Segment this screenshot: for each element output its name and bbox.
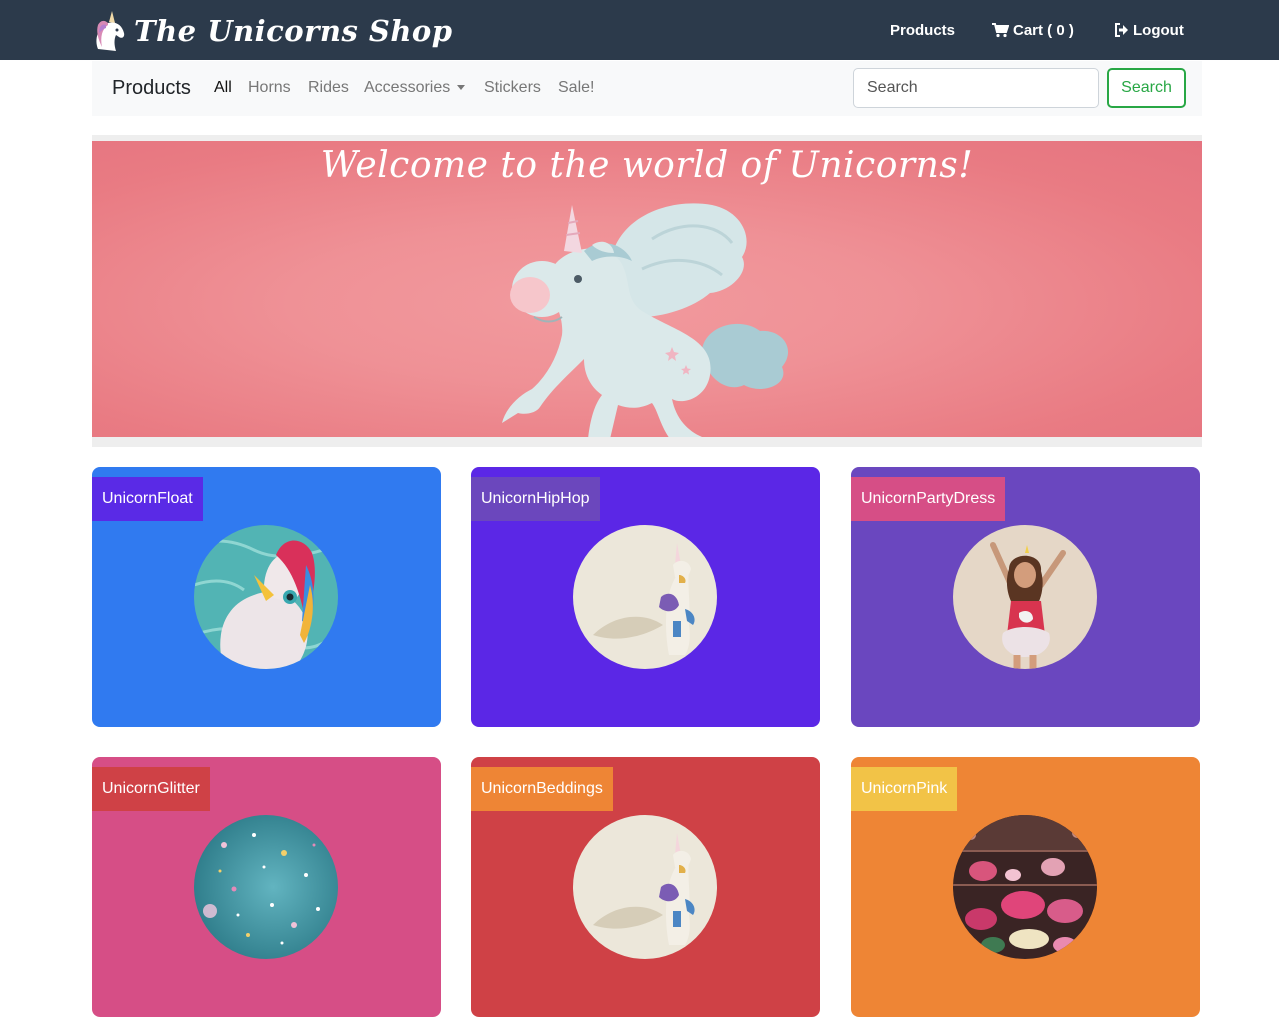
product-card[interactable]: UnicornGlitter <box>92 757 441 1017</box>
product-name-label[interactable]: UnicornPartyDress <box>851 477 1006 521</box>
product-name-label[interactable]: UnicornGlitter <box>92 767 210 811</box>
product-image[interactable] <box>573 525 717 669</box>
nav-cart-label: Cart ( 0 ) <box>1013 21 1074 39</box>
hero-title: Welcome to the world of Unicorns! <box>320 145 974 186</box>
glitter-confetti-photo <box>194 815 338 959</box>
filter-dropdown-accessories[interactable]: Accessories <box>364 79 466 97</box>
product-card[interactable]: UnicornHipHop <box>471 467 820 727</box>
product-image[interactable] <box>953 525 1097 669</box>
top-navbar: The Unicorns Shop Products Cart ( 0 ) Lo… <box>0 0 1279 60</box>
product-name-label[interactable]: UnicornFloat <box>92 477 203 521</box>
brand-name: The Unicorns Shop <box>134 14 453 48</box>
nav-products-link[interactable]: Products <box>890 0 955 60</box>
winged-unicorn-illustration <box>502 203 789 437</box>
nav-logout-label: Logout <box>1133 21 1184 39</box>
product-name-label[interactable]: UnicornPink <box>851 767 958 811</box>
products-navbar-title[interactable]: Products <box>112 77 191 100</box>
unicorn-figurine-photo <box>573 815 717 959</box>
cart-icon <box>992 22 1009 37</box>
product-image[interactable] <box>953 815 1097 959</box>
filter-link-rides[interactable]: Rides <box>308 79 349 97</box>
product-image[interactable] <box>194 815 338 959</box>
product-card[interactable]: UnicornPartyDress <box>851 467 1200 727</box>
chevron-down-icon <box>457 85 466 91</box>
brand-link[interactable]: The Unicorns Shop <box>92 8 453 54</box>
unicorn-head-icon <box>96 11 125 51</box>
hero-background: Welcome to the world of Unicorns! <box>92 141 1202 437</box>
product-name-label[interactable]: UnicornBeddings <box>471 767 613 811</box>
search-input[interactable] <box>853 68 1099 108</box>
search-button[interactable]: Search <box>1107 68 1186 108</box>
product-card[interactable]: UnicornBeddings <box>471 757 820 1017</box>
filter-dropdown-label: Accessories <box>364 79 451 96</box>
products-navbar: Products All Horns Rides Accessories Sti… <box>92 61 1202 116</box>
filter-link-stickers[interactable]: Stickers <box>484 79 541 97</box>
unicorn-float-photo <box>194 525 338 669</box>
nav-cart-link[interactable]: Cart ( 0 ) <box>992 0 1074 60</box>
logout-icon <box>1115 23 1128 37</box>
filter-link-all[interactable]: All <box>214 79 232 97</box>
nav-products-label: Products <box>890 21 956 39</box>
product-name-label[interactable]: UnicornHipHop <box>471 477 600 521</box>
filter-link-horns[interactable]: Horns <box>248 79 291 97</box>
girl-party-dress-photo <box>953 525 1097 669</box>
pink-unicorn-plush-photo <box>953 815 1097 959</box>
product-card[interactable]: UnicornPink <box>851 757 1200 1017</box>
nav-logout-link[interactable]: Logout <box>1114 0 1184 60</box>
unicorn-figurine-photo <box>573 525 717 669</box>
product-card[interactable]: UnicornFloat <box>92 467 441 727</box>
product-image[interactable] <box>194 525 338 669</box>
product-image[interactable] <box>573 815 717 959</box>
hero-banner: Welcome to the world of Unicorns! <box>92 135 1202 447</box>
filter-link-sale[interactable]: Sale! <box>558 79 594 97</box>
